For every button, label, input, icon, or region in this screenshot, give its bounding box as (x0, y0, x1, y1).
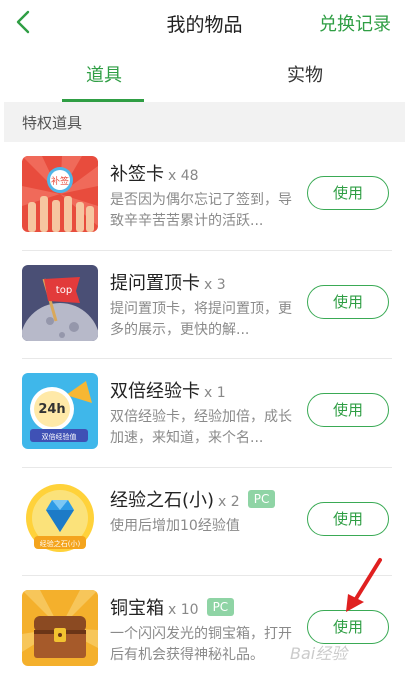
pc-badge: PC (206, 598, 235, 616)
use-button[interactable]: 使用 (307, 176, 389, 210)
pc-badge: PC (247, 489, 276, 508)
item-description: 提问置顶卡，将提问置顶，更多的展示，更快的解... (110, 300, 292, 338)
double-exp-card-thumbnail: 24h 双倍经验值 (22, 373, 98, 449)
list-item: 24h 双倍经验值 双倍经验卡 x 1 双倍经验卡，经验加倍，成长加速，来知道，来… (22, 359, 392, 468)
use-button[interactable]: 使用 (307, 610, 389, 644)
section-title: 特权道具 (22, 114, 83, 132)
exp-stone-thumbnail: 经验之石(小) (22, 481, 98, 558)
buqian-card-thumbnail: 补签 (22, 156, 98, 232)
item-description: 一个闪闪发光的铜宝箱，打开后有机会获得神秘礼品。 (110, 626, 292, 663)
item-list: 补签 补签卡 x 48 是否因为偶尔忘记了签到，导致辛辛苦苦累计的活跃... 使用 (22, 142, 392, 685)
back-button[interactable] (10, 8, 38, 36)
item-quantity: x 2 (218, 493, 240, 510)
top-card-thumbnail: top (22, 264, 98, 341)
thumb-label: 24h (38, 402, 65, 417)
item-description: 使用后增加10经验值 (110, 517, 240, 534)
use-button[interactable]: 使用 (307, 284, 389, 319)
top-bar: 我的物品 兑换记录 (0, 0, 409, 44)
back-arrow-icon (16, 10, 30, 34)
list-item: 补签 补签卡 x 48 是否因为偶尔忘记了签到，导致辛辛苦苦累计的活跃... 使用 (22, 142, 392, 251)
item-quantity: x 48 (168, 168, 199, 184)
exchange-record-link[interactable]: 兑换记录 (319, 10, 391, 36)
item-quantity: x 10 (168, 602, 199, 618)
use-button[interactable]: 使用 (307, 501, 389, 536)
list-item: top 提问置顶卡 x 3 提问置顶卡，将提问置顶，更多的展示，更快的解... 使… (22, 251, 392, 359)
item-name: 双倍经验卡 (110, 381, 200, 402)
section-header: 特权道具 (4, 102, 405, 142)
thumb-label: top (56, 285, 72, 296)
item-quantity: x 1 (204, 385, 226, 401)
use-button[interactable]: 使用 (307, 393, 389, 427)
tab-bar: 道具 实物 (0, 54, 409, 102)
copper-chest-thumbnail (22, 590, 98, 666)
item-name: 经验之石(小) (110, 489, 215, 511)
thumb-sublabel: 双倍经验值 (42, 432, 77, 441)
list-item: 铜宝箱 x 10 PC 一个闪闪发光的铜宝箱，打开后有机会获得神秘礼品。 使用 (22, 576, 392, 685)
tab-physical[interactable]: 实物 (205, 54, 405, 102)
thumb-label: 补签 (51, 175, 69, 187)
thumb-label: 经验之石(小) (40, 539, 81, 548)
item-description: 是否因为偶尔忘记了签到，导致辛辛苦苦累计的活跃... (110, 192, 292, 229)
item-description: 双倍经验卡，经验加倍，成长加速，来知道，来个名... (110, 409, 292, 446)
item-name: 补签卡 (110, 164, 164, 185)
list-item: 经验之石(小) 经验之石(小) x 2 PC 使用后增加10经验值 使用 (22, 468, 392, 576)
item-name: 铜宝箱 (110, 598, 164, 619)
tab-props[interactable]: 道具 (4, 54, 204, 102)
item-quantity: x 3 (204, 276, 226, 293)
item-name: 提问置顶卡 (110, 272, 200, 294)
